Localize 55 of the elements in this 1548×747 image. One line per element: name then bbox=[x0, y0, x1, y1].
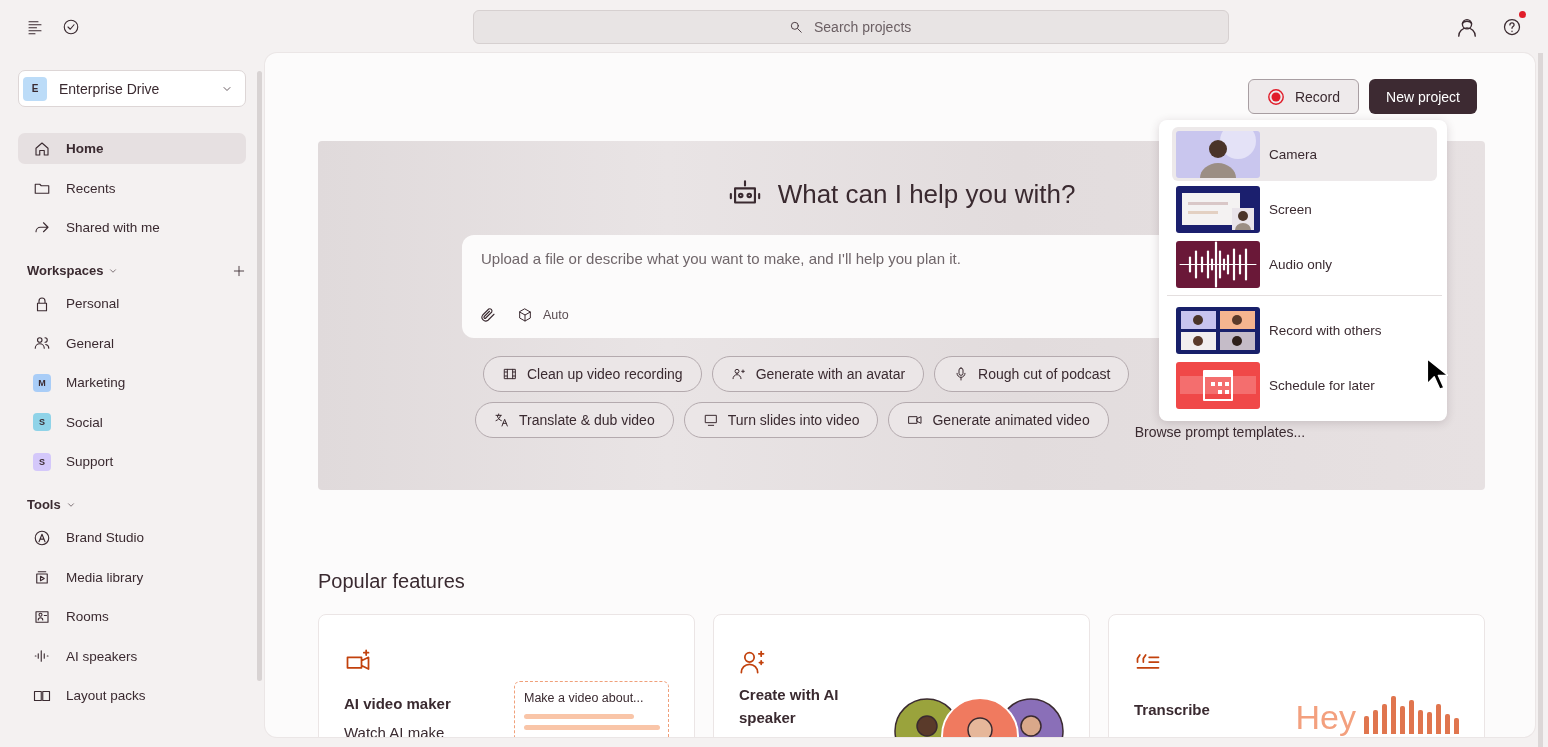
translate-icon bbox=[494, 412, 510, 428]
prompt-chip[interactable]: Turn slides into video bbox=[683, 402, 879, 438]
tool-item[interactable]: Rooms bbox=[18, 601, 246, 632]
card-title: Transcribe bbox=[1134, 700, 1210, 720]
card-title: Create with AI speaker bbox=[739, 685, 840, 728]
prompt-chip[interactable]: Translate & dub video bbox=[475, 402, 674, 438]
brand-icon bbox=[33, 528, 51, 547]
feature-card[interactable]: Create with AI speaker bbox=[713, 614, 1090, 737]
prompt-chip[interactable]: Generate animated video bbox=[888, 402, 1109, 438]
menu-item[interactable]: Screen bbox=[1172, 182, 1437, 236]
card-title: AI video maker bbox=[344, 694, 451, 714]
film-icon bbox=[502, 366, 518, 382]
prompt-chip[interactable]: Clean up video recording bbox=[483, 356, 702, 392]
section-title[interactable]: Tools bbox=[27, 497, 61, 512]
drive-selector[interactable]: E Enterprise Drive bbox=[18, 70, 246, 107]
prompt-chip[interactable]: Rough cut of podcast bbox=[934, 356, 1130, 392]
search-field[interactable]: Search projects bbox=[473, 9, 1229, 44]
feature-card[interactable]: Transcribe Hey bbox=[1108, 614, 1485, 737]
tool-item[interactable]: AI speakers bbox=[18, 640, 246, 672]
avatar-icon bbox=[730, 366, 747, 382]
tool-item[interactable]: Layout packs bbox=[18, 680, 246, 711]
menu-item[interactable]: Record with others bbox=[1172, 303, 1437, 357]
transcript-drawing: Hey bbox=[1295, 690, 1459, 734]
section-title[interactable]: Workspaces bbox=[27, 263, 104, 278]
workspace-item[interactable]: S Social bbox=[18, 406, 246, 438]
nav-item[interactable]: Recents bbox=[18, 172, 246, 204]
check-circle-icon[interactable] bbox=[62, 17, 80, 36]
waveform-icon bbox=[33, 647, 51, 665]
menu-item[interactable]: Schedule for later bbox=[1172, 358, 1437, 412]
slides-icon bbox=[702, 412, 719, 428]
menu-item[interactable]: Audio only bbox=[1172, 237, 1437, 291]
people-icon bbox=[33, 334, 51, 352]
workspace-item[interactable]: General bbox=[18, 327, 246, 359]
help-icon[interactable] bbox=[1502, 16, 1522, 37]
nav-item[interactable]: Shared with me bbox=[18, 212, 246, 243]
workspace-item[interactable]: M Marketing bbox=[18, 367, 246, 398]
tool-item[interactable]: Media library bbox=[18, 561, 246, 593]
tool-item[interactable]: Brand Studio bbox=[18, 522, 246, 553]
model-selector[interactable]: Auto bbox=[517, 307, 569, 323]
nav-item[interactable]: Home bbox=[18, 133, 246, 164]
hero-title: What can I help you with? bbox=[777, 178, 1076, 210]
search-icon bbox=[789, 19, 803, 34]
media-icon bbox=[33, 568, 51, 586]
new-project-button[interactable]: New project bbox=[1369, 79, 1477, 114]
attach-icon[interactable] bbox=[479, 306, 497, 324]
workspace-item[interactable]: Personal bbox=[18, 288, 246, 319]
record-button[interactable]: Record bbox=[1247, 79, 1360, 114]
prompt-preview: Make a video about... bbox=[514, 681, 669, 737]
section-title: Popular features bbox=[318, 570, 466, 593]
record-icon bbox=[1266, 87, 1285, 106]
prompt-chip[interactable]: Generate with an avatar bbox=[711, 356, 925, 392]
person-sparkle-icon bbox=[739, 648, 767, 676]
menu-item[interactable]: Camera bbox=[1172, 127, 1437, 181]
workspace-item[interactable]: S Support bbox=[18, 446, 246, 477]
cube-icon bbox=[517, 307, 533, 323]
